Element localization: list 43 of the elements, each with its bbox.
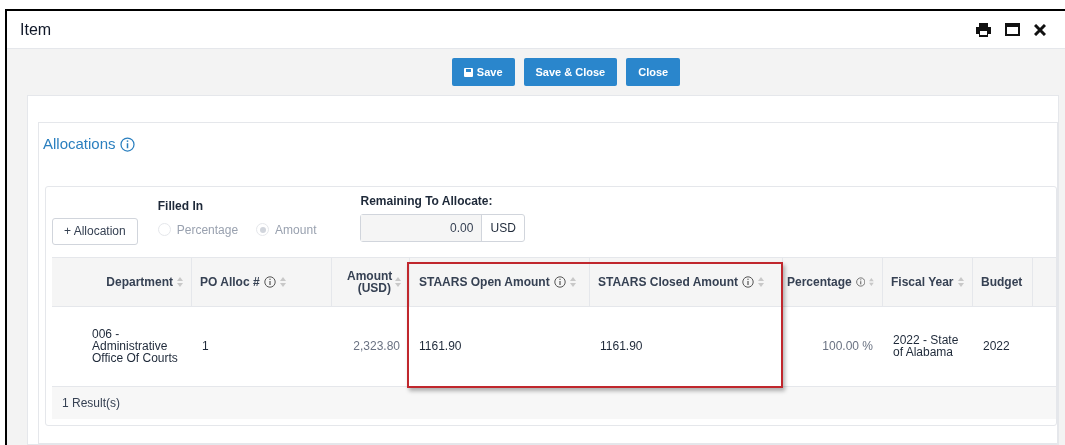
save-button[interactable]: Save — [451, 58, 515, 86]
info-icon[interactable] — [119, 136, 135, 152]
column-header[interactable]: STAARS Closed Amount — [590, 257, 783, 306]
toolbar-button[interactable]: Close — [626, 58, 681, 86]
sort-icon[interactable] — [279, 276, 286, 287]
add-allocation-button[interactable]: + Allocation — [52, 217, 138, 245]
table-cell-text: 1161.90 — [418, 338, 463, 355]
table-cell-text: 2022 - State of Alabama — [892, 332, 960, 361]
section-title: Allocations — [43, 134, 116, 154]
column-header[interactable]: STAARS Open Amount — [410, 257, 590, 306]
sort-icon[interactable] — [869, 276, 874, 287]
sort-icon[interactable] — [758, 276, 764, 287]
sort-icon[interactable] — [395, 276, 401, 287]
info-icon[interactable] — [553, 275, 566, 288]
window-title: Item — [20, 19, 52, 40]
column-header[interactable]: Fiscal Year — [883, 257, 973, 306]
radio-label: Amount — [275, 221, 317, 239]
result-count: 1 Result(s) — [62, 394, 120, 412]
info-icon[interactable] — [742, 275, 754, 288]
column-header[interactable]: Department — [52, 257, 192, 306]
sort-icon[interactable] — [177, 276, 183, 287]
remaining-field: 0.00 USD — [360, 213, 525, 242]
table-cell-text: 1161.90 — [599, 338, 644, 355]
table-cell-text: 100.00 % — [821, 338, 874, 355]
table-cell-text: 1 — [201, 338, 210, 355]
close-icon[interactable] — [1034, 23, 1046, 36]
column-header[interactable]: PO Alloc # — [192, 257, 332, 306]
column-header[interactable]: Amount (USD) — [332, 257, 410, 306]
sort-icon[interactable] — [957, 276, 964, 287]
table-cell-text: 2022 — [982, 338, 1011, 355]
print-icon[interactable] — [976, 22, 991, 37]
table-cell-text: 2,323.80 — [352, 338, 401, 355]
column-header[interactable]: Budget — [973, 257, 1033, 306]
table-cell-text: 006 - Administrative Office Of Courts — [91, 326, 179, 367]
filled-in-label: Filled In — [157, 197, 205, 215]
info-icon[interactable] — [855, 275, 866, 288]
sort-icon[interactable] — [569, 276, 576, 287]
column-header[interactable]: Percentage — [783, 257, 883, 306]
radio-label: Percentage — [176, 221, 239, 239]
save-close-button[interactable]: Save & Close — [523, 58, 618, 86]
info-icon[interactable] — [263, 275, 276, 288]
maximize-icon[interactable] — [1005, 23, 1020, 36]
remaining-label: Remaining To Allocate: — [360, 192, 494, 210]
